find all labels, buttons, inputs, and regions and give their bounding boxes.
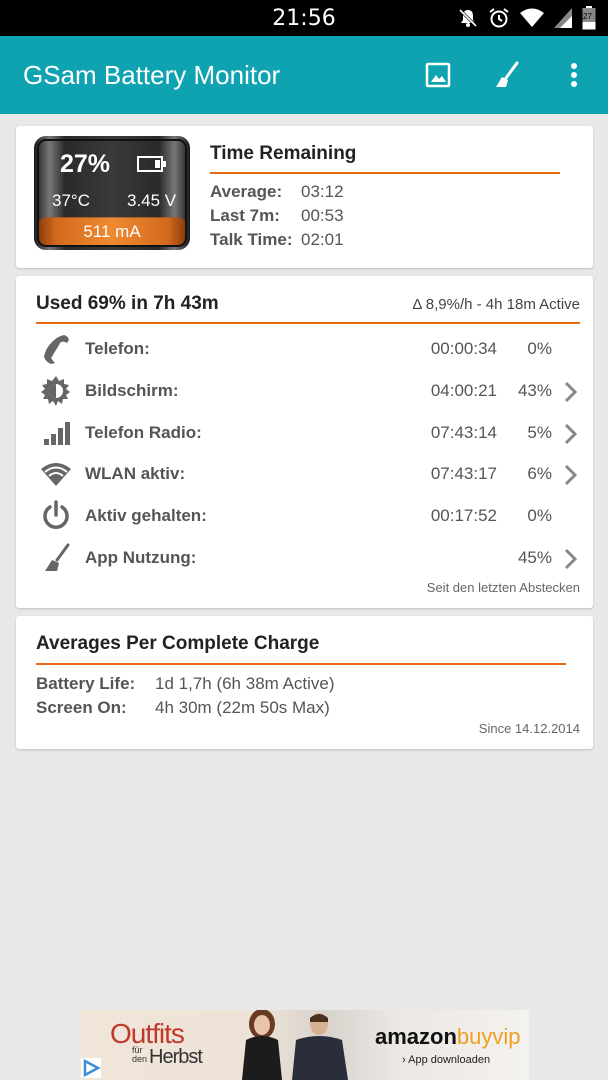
- usage-duration: 07:43:17: [430, 464, 497, 483]
- cleanup-button[interactable]: [489, 58, 523, 92]
- heading-rule: [36, 322, 580, 324]
- time-remaining-card[interactable]: 27% 37°C 3.45 V 511 mA Time Remaining Av…: [16, 126, 593, 268]
- usage-row-telefon-radio[interactable]: Telefon Radio: 07:43:14 5%: [16, 413, 593, 453]
- ad-brand-a: amazon: [375, 1024, 457, 1049]
- battery-life-label: Battery Life:: [36, 674, 136, 693]
- chevron-right-icon: [564, 548, 578, 570]
- more-vert-icon: [571, 63, 577, 87]
- battery-life-value: 1d 1,7h (6h 38m Active): [155, 674, 335, 693]
- usage-label: WLAN aktiv:: [85, 464, 186, 483]
- heading-rule: [210, 172, 560, 174]
- usage-percent: 6%: [527, 464, 552, 483]
- usage-duration: 00:17:52: [430, 506, 497, 525]
- usage-row-telefon[interactable]: Telefon: 00:00:34 0%: [16, 329, 593, 369]
- battery-small-icon: [137, 156, 167, 172]
- usage-duration: 04:00:21: [430, 381, 497, 400]
- ad-small-text: für den: [132, 1045, 148, 1064]
- ad-season: Herbst: [149, 1046, 203, 1068]
- ad-banner[interactable]: Outfits für den Herbst amazonbuyvip › Ap…: [79, 1010, 529, 1080]
- power-icon: [43, 500, 69, 529]
- wifi-status-icon: [520, 8, 544, 28]
- talk-time-row: Talk Time: 02:01: [210, 230, 344, 250]
- usage-percent: 0%: [527, 506, 552, 525]
- status-bar: 21:56 27: [0, 0, 608, 36]
- battery-status-level: 27: [583, 12, 592, 21]
- usage-heading: Used 69% in 7h 43m: [36, 293, 219, 314]
- averages-note: Since 14.12.2014: [478, 721, 580, 736]
- usage-note: Seit den letzten Abstecken: [426, 580, 580, 595]
- average-label: Average:: [210, 182, 283, 201]
- usage-label: App Nutzung:: [85, 548, 197, 567]
- brightness-icon: [41, 376, 70, 406]
- battery-current: 511 mA: [83, 222, 141, 241]
- image-icon: [425, 62, 451, 88]
- alarm-icon: [488, 7, 510, 29]
- app-title: GSam Battery Monitor: [23, 60, 281, 90]
- screen-on-label: Screen On:: [36, 698, 127, 717]
- usage-duration: 07:43:14: [430, 423, 497, 442]
- averages-heading: Averages Per Complete Charge: [36, 633, 320, 654]
- notifications-off-icon: [458, 8, 478, 28]
- screen-on-value: 4h 30m (22m 50s Max): [155, 698, 330, 717]
- ad-brand: amazonbuyvip: [375, 1024, 521, 1050]
- battery-status-icon: 27: [582, 6, 596, 30]
- last7m-value: 00:53: [301, 206, 344, 225]
- average-row: Average: 03:12: [210, 182, 344, 202]
- time-remaining-heading: Time Remaining: [210, 143, 357, 164]
- talk-time-label: Talk Time:: [210, 230, 293, 249]
- screen-on-row: Screen On: 4h 30m (22m 50s Max): [36, 698, 330, 718]
- usage-percent: 0%: [527, 339, 552, 358]
- last7m-label: Last 7m:: [210, 206, 280, 225]
- usage-rate: Δ 8,9%/h - 4h 18m Active: [412, 296, 580, 313]
- usage-percent: 45%: [517, 548, 552, 567]
- usage-card: Used 69% in 7h 43m Δ 8,9%/h - 4h 18m Act…: [16, 276, 593, 608]
- heading-rule: [36, 663, 566, 665]
- signal-icon: [554, 8, 572, 28]
- battery-temperature: 37°C: [52, 191, 90, 210]
- usage-percent: 43%: [517, 381, 552, 400]
- ad-brand-b: buyvip: [456, 1024, 521, 1049]
- chevron-right-icon: [564, 464, 578, 486]
- app-bar: GSam Battery Monitor: [0, 36, 608, 114]
- overflow-menu-button[interactable]: [557, 58, 591, 92]
- last7m-row: Last 7m: 00:53: [210, 206, 344, 226]
- ad-cta[interactable]: › App downloaden: [402, 1054, 490, 1066]
- image-button[interactable]: [421, 58, 455, 92]
- chevron-right-icon: [564, 423, 578, 445]
- usage-label: Telefon:: [85, 339, 150, 358]
- usage-label: Telefon Radio:: [85, 423, 202, 442]
- usage-row-aktiv-gehalten[interactable]: Aktiv gehalten: 00:17:52 0%: [16, 496, 593, 536]
- usage-label: Aktiv gehalten:: [85, 506, 207, 525]
- usage-label: Bildschirm:: [85, 381, 179, 400]
- usage-row-wlan[interactable]: WLAN aktiv: 07:43:17 6%: [16, 454, 593, 494]
- usage-percent: 5%: [527, 423, 552, 442]
- usage-row-app-nutzung[interactable]: App Nutzung: 45%: [16, 538, 593, 578]
- broom-icon: [45, 543, 70, 571]
- usage-row-bildschirm[interactable]: Bildschirm: 04:00:21 43%: [16, 371, 593, 411]
- status-icons: 27: [458, 6, 596, 30]
- battery-voltage: 3.45 V: [127, 191, 177, 210]
- broom-icon: [496, 61, 519, 87]
- wifi-icon: [41, 463, 71, 486]
- average-value: 03:12: [301, 182, 344, 201]
- battery-percent: 27%: [60, 150, 111, 178]
- usage-duration: 00:00:34: [430, 339, 497, 358]
- averages-card: Averages Per Complete Charge Battery Lif…: [16, 616, 593, 749]
- battery-life-row: Battery Life: 1d 1,7h (6h 38m Active): [36, 674, 335, 694]
- battery-widget[interactable]: 27% 37°C 3.45 V 511 mA: [32, 134, 192, 252]
- adchoices-icon[interactable]: [81, 1058, 101, 1078]
- signal-bars-icon: [44, 422, 70, 445]
- chevron-right-icon: [564, 381, 578, 403]
- phone-icon: [44, 335, 69, 364]
- ad-models-image: [242, 1010, 348, 1080]
- talk-time-value: 02:01: [301, 230, 344, 249]
